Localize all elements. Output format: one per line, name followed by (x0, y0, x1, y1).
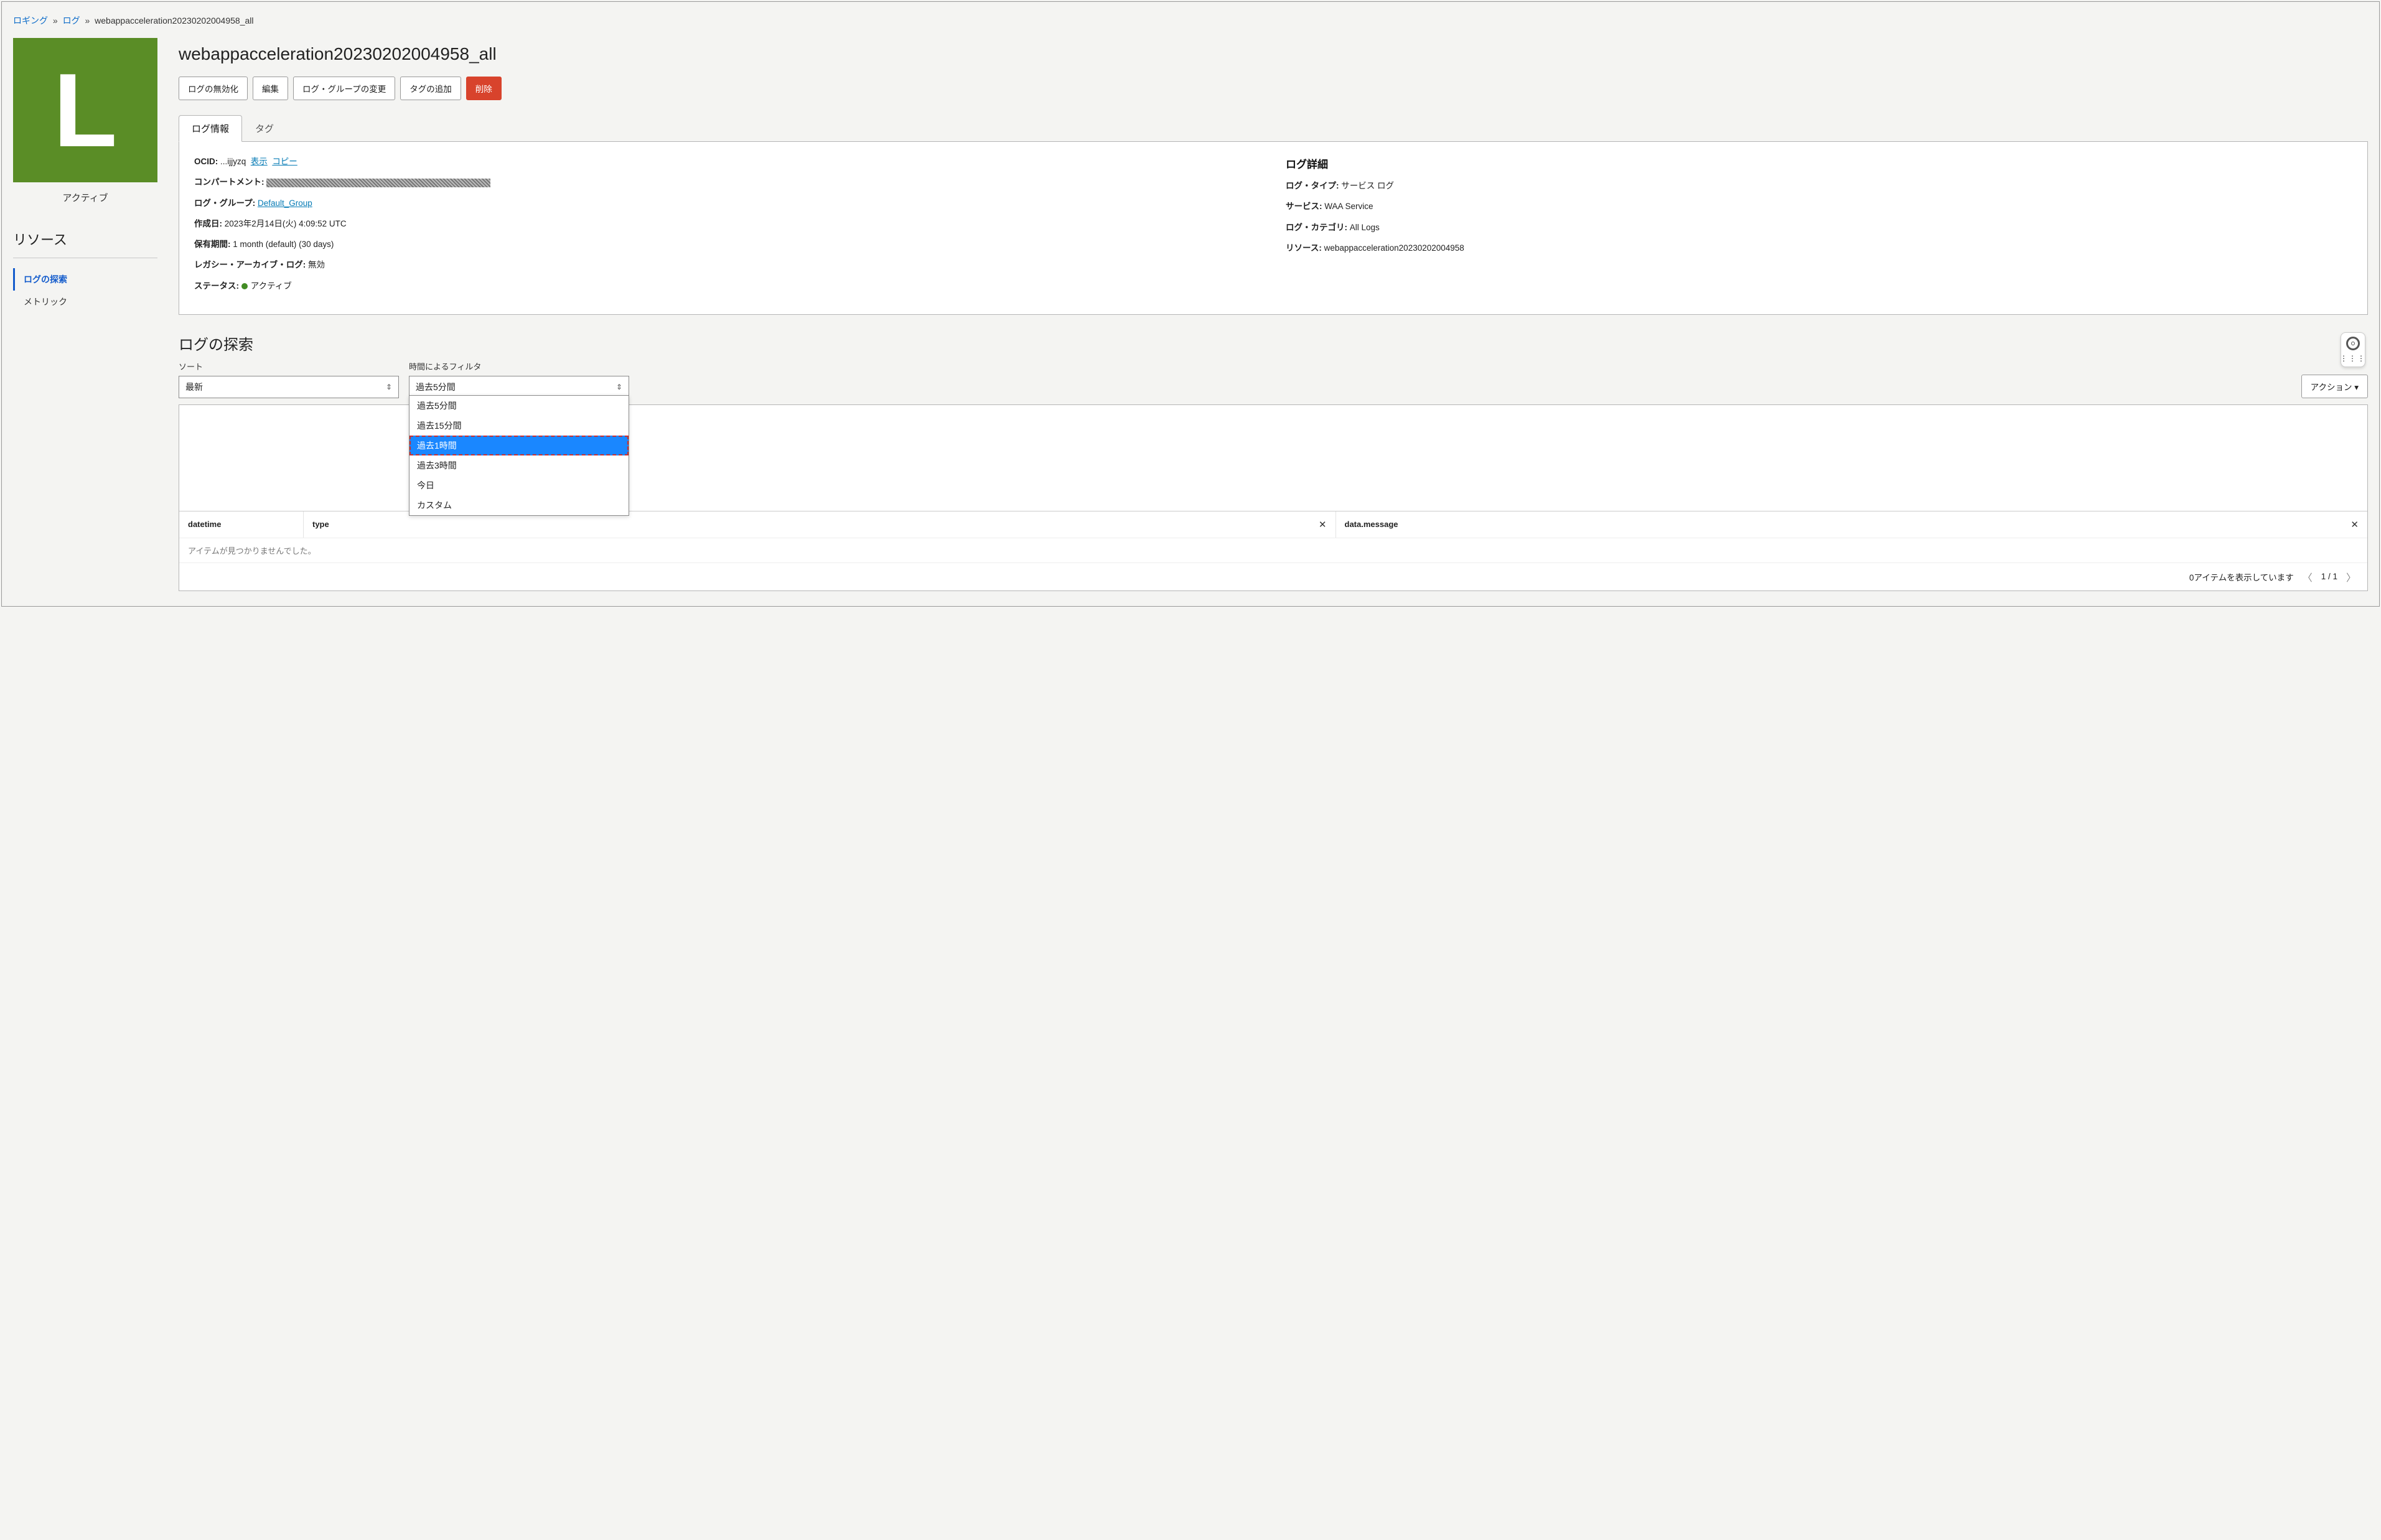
time-option-1hour[interactable]: 過去1時間 (409, 436, 629, 455)
breadcrumb: ロギング » ログ » webappacceleration2023020200… (2, 2, 2379, 32)
ocid-value: ...ijjyzq (220, 157, 246, 166)
created-label: 作成日: (194, 219, 222, 228)
retention-value: 1 month (default) (30 days) (233, 240, 334, 249)
pager-next[interactable]: 〉 (2344, 569, 2359, 584)
remove-col-message-icon[interactable]: ✕ (2351, 519, 2359, 530)
chevron-updown-icon (616, 383, 622, 391)
breadcrumb-logs[interactable]: ログ (63, 16, 80, 26)
compartment-label: コンパートメント: (194, 177, 264, 187)
compartment-value-redacted (266, 179, 490, 187)
sort-select[interactable]: 最新 (179, 376, 399, 398)
pager-page: 1 / 1 (2321, 572, 2337, 581)
page-title: webappacceleration20230202004958_all (179, 32, 2368, 77)
delete-button[interactable]: 削除 (466, 77, 502, 100)
time-filter-label: 時間によるフィルタ (409, 360, 629, 372)
loggroup-label: ログ・グループ: (194, 198, 255, 208)
category-value: All Logs (1350, 223, 1380, 232)
service-label: サービス: (1286, 202, 1322, 211)
action-buttons: ログの無効化 編集 ログ・グループの変更 タグの追加 削除 (179, 77, 2368, 100)
sort-value: 最新 (185, 381, 203, 393)
legacy-value: 無効 (308, 260, 325, 269)
status-dot-icon (241, 283, 248, 289)
edit-button[interactable]: 編集 (253, 77, 288, 100)
pager-prev[interactable]: 〈 (2300, 569, 2315, 584)
resource-label: リソース: (1286, 243, 1322, 253)
disable-log-button[interactable]: ログの無効化 (179, 77, 248, 100)
help-icon (2346, 337, 2360, 350)
legacy-label: レガシー・アーカイブ・ログ: (194, 260, 306, 269)
sidebar-item-metrics[interactable]: メトリック (13, 291, 157, 313)
actions-button[interactable]: アクション (2301, 375, 2368, 398)
sidebar-item-explore[interactable]: ログの探索 (13, 268, 157, 291)
tab-log-info[interactable]: ログ情報 (179, 115, 242, 142)
change-log-group-button[interactable]: ログ・グループの変更 (293, 77, 395, 100)
help-panel[interactable]: ⋮⋮⋮ (2341, 332, 2365, 367)
resource-value: webappacceleration20230202004958 (1324, 243, 1464, 253)
created-value: 2023年2月14日(火) 4:09:52 UTC (225, 219, 347, 228)
loggroup-link[interactable]: Default_Group (258, 198, 312, 208)
time-filter-value: 過去5分間 (416, 381, 456, 393)
status-label: ステータス: (194, 281, 239, 291)
pager-count: 0アイテムを表示しています (2189, 571, 2294, 583)
time-option-today[interactable]: 今日 (409, 475, 629, 495)
ocid-show-link[interactable]: 表示 (251, 157, 268, 166)
info-panel: OCID: ...ijjyzq 表示 コピー コンパートメント: ログ・グループ… (179, 142, 2368, 315)
tab-tags[interactable]: タグ (242, 115, 287, 142)
logtype-label: ログ・タイプ: (1286, 181, 1339, 190)
empty-message: アイテムが見つかりませんでした。 (179, 538, 2367, 562)
remove-col-type-icon[interactable]: ✕ (1319, 519, 1327, 530)
pager: 0アイテムを表示しています 〈 1 / 1 〉 (179, 562, 2367, 590)
time-option-3hour[interactable]: 過去3時間 (409, 455, 629, 475)
chevron-updown-icon (386, 383, 392, 391)
col-message[interactable]: data.message ✕ (1336, 511, 2368, 538)
category-label: ログ・カテゴリ: (1286, 223, 1347, 232)
ocid-label: OCID: (194, 157, 218, 166)
sidebar-nav: ログの探索 メトリック (13, 268, 157, 313)
breadcrumb-root[interactable]: ロギング (13, 16, 48, 26)
time-option-custom[interactable]: カスタム (409, 495, 629, 515)
status-value: アクティブ (251, 281, 292, 291)
breadcrumb-current: webappacceleration20230202004958_all (95, 16, 253, 26)
resource-icon-letter: L (54, 58, 118, 162)
col-datetime[interactable]: datetime (179, 511, 304, 538)
time-filter-dropdown: 過去5分間 過去15分間 過去1時間 過去3時間 今日 カスタム (409, 395, 629, 516)
logtype-value: サービス ログ (1341, 181, 1394, 190)
add-tag-button[interactable]: タグの追加 (400, 77, 461, 100)
resource-status: アクティブ (13, 191, 157, 204)
detail-tabs: ログ情報 タグ (179, 115, 2368, 142)
time-option-5min[interactable]: 過去5分間 (409, 396, 629, 416)
retention-label: 保有期間: (194, 240, 231, 249)
service-value: WAA Service (1324, 202, 1373, 211)
log-detail-header: ログ詳細 (1286, 156, 2352, 171)
time-option-15min[interactable]: 過去15分間 (409, 416, 629, 436)
ocid-copy-link[interactable]: コピー (272, 157, 297, 166)
resource-icon-tile: L (13, 38, 157, 182)
help-dots-icon: ⋮⋮⋮ (2340, 354, 2366, 363)
sort-label: ソート (179, 360, 399, 372)
explore-title: ログの探索 (179, 332, 2368, 354)
sidebar-header: リソース (13, 229, 157, 258)
